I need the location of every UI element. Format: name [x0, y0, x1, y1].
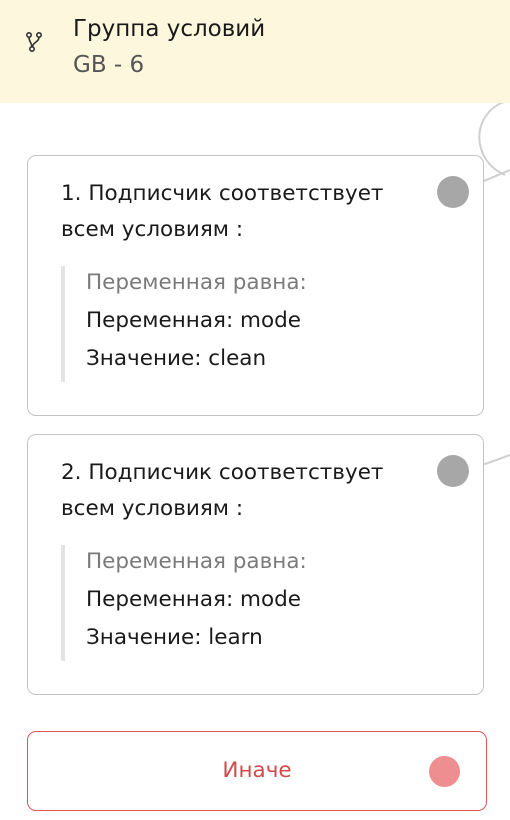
- condition-block: Переменная равна: Переменная: mode Значе…: [61, 545, 361, 661]
- condition-card-2[interactable]: 2. Подписчик соответствует всем условиям…: [27, 434, 484, 695]
- flow-node-page: Группа условий GB - 6 1. Подписчик соотв…: [0, 0, 510, 820]
- branch-icon: [25, 31, 43, 53]
- else-label: Иначе: [222, 758, 292, 783]
- condition-label: Переменная равна:: [86, 549, 307, 574]
- else-button[interactable]: Иначе: [27, 731, 487, 811]
- condition-card-heading: 2. Подписчик соответствует всем условиям…: [61, 460, 384, 521]
- condition-variable: Переменная: mode: [86, 587, 301, 612]
- node-subtitle: GB - 6: [73, 52, 145, 78]
- condition-value: Значение: learn: [86, 625, 263, 650]
- condition-block: Переменная равна: Переменная: mode Значе…: [61, 266, 361, 382]
- condition-card-1[interactable]: 1. Подписчик соответствует всем условиям…: [27, 155, 484, 416]
- condition-card-heading: 1. Подписчик соответствует всем условиям…: [61, 181, 384, 242]
- connector-handle[interactable]: [437, 455, 469, 487]
- node-title: Группа условий: [73, 16, 266, 42]
- condition-label: Переменная равна:: [86, 270, 307, 295]
- condition-value: Значение: clean: [86, 346, 267, 371]
- else-connector-handle[interactable]: [429, 756, 460, 787]
- connector-handle[interactable]: [437, 176, 469, 208]
- node-header[interactable]: Группа условий GB - 6: [0, 0, 510, 103]
- condition-variable: Переменная: mode: [86, 308, 301, 333]
